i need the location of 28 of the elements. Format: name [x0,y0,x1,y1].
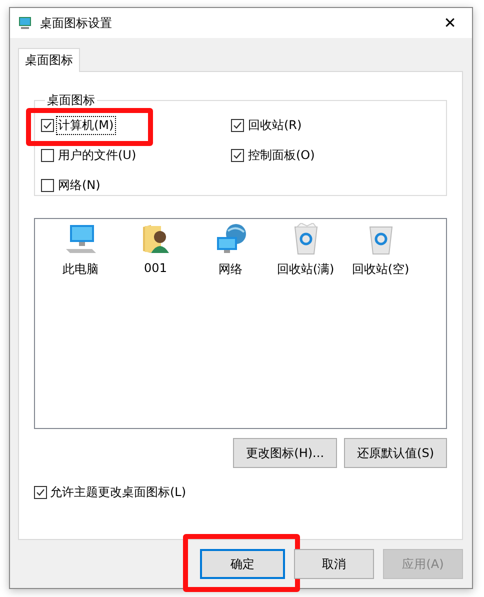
dialog-button[interactable]: 取消 [294,549,374,579]
checkbox-label[interactable]: 用户的文件(U) [57,146,138,164]
user-folder-icon [140,223,170,255]
checkbox-label[interactable]: 网络(N) [57,176,102,194]
icon-label[interactable]: 回收站(满) [276,261,334,278]
checkbox[interactable] [34,486,47,499]
checkbox-label[interactable]: 计算机(M) [57,116,115,134]
action-button[interactable]: 更改图标(H)... [233,438,338,468]
icon-label[interactable]: 网络 [218,261,242,278]
checkbox-label[interactable]: 控制面板(O) [247,146,316,164]
checkbox[interactable] [41,148,54,162]
checkbox[interactable] [231,118,244,132]
action-button[interactable]: 还原默认值(S) [344,438,447,468]
computer-icon [64,223,98,255]
icon-label[interactable]: 001 [144,261,167,275]
group-title: 桌面图标 [46,92,96,109]
checkbox-label[interactable]: 回收站(R) [247,116,303,134]
tab[interactable]: 桌面图标 [18,48,80,72]
monitor-icon [18,16,32,30]
icon-label[interactable]: 回收站(空) [352,261,410,278]
recycle-bin-icon [292,223,318,255]
window-title: 桌面图标设置 [40,14,113,32]
checkbox[interactable] [41,178,54,192]
dialog-button[interactable]: 确定 [200,549,285,579]
icon-label[interactable]: 此电脑 [62,261,98,278]
checkbox-label[interactable]: 允许主题更改桌面图标(L) [50,484,186,501]
checkbox[interactable] [41,118,54,132]
checkbox[interactable] [231,148,244,162]
